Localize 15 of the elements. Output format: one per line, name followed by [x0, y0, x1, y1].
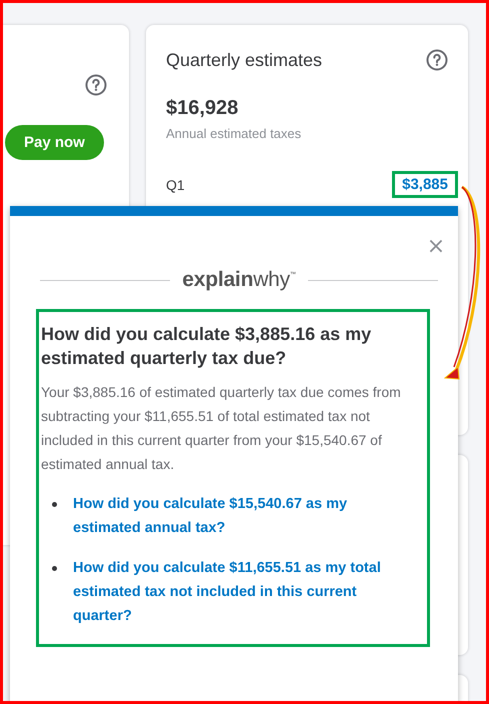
quarter-amount-link[interactable]: $3,885: [392, 171, 458, 198]
question-link[interactable]: How did you calculate $11,655.51 as my total estimated tax not included in this current quarter?: [73, 556, 401, 628]
quarter-label: Q1: [166, 176, 185, 192]
bullet-icon: [52, 566, 57, 571]
question-heading: How did you calculate $3,885.16 as my estimated quarterly tax due?: [41, 323, 372, 370]
bullet-icon: [52, 502, 57, 507]
annual-amount: $16,928: [166, 97, 240, 120]
card-title: Quarterly estimates: [166, 50, 322, 70]
amount-label: Annual estimated taxes: [166, 126, 302, 141]
help-icon[interactable]: [426, 49, 448, 71]
pay-now-button[interactable]: Pay now: [5, 125, 104, 160]
question-link[interactable]: How did you calculate $15,540.67 as my estimated annual tax?: [73, 492, 401, 540]
answer-text: Your $3,885.16 of estimated quarterly tax due comes from subtracting your $11,655.51 of total estimated tax not included in this current quarter from your $15,540.67 of estimated annual tax.: [41, 383, 401, 474]
logo: explainwhy$^{™}$: [182, 268, 296, 292]
help-icon[interactable]: [85, 74, 107, 96]
